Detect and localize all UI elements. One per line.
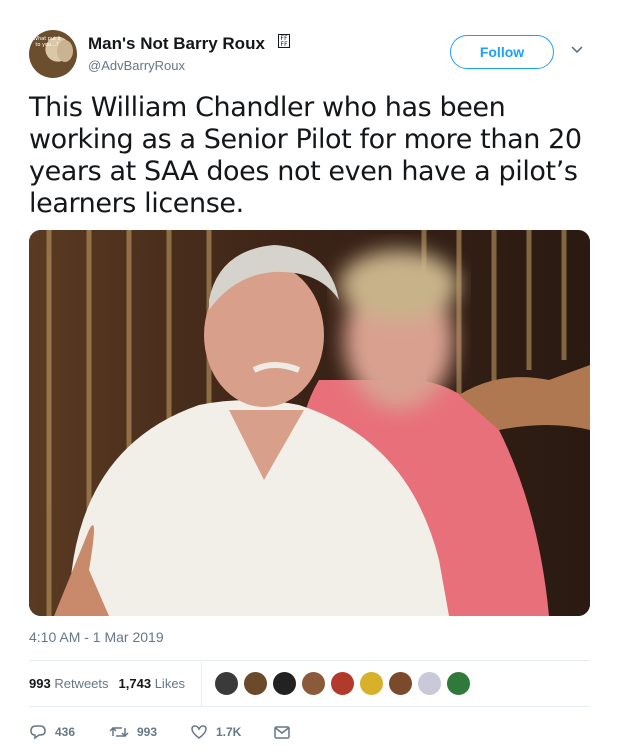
liker-avatar[interactable] <box>330 671 355 696</box>
reply-icon <box>30 725 46 740</box>
engagement-stats: 993 Retweets 1,743 Likes <box>29 676 185 691</box>
liker-avatar[interactable] <box>388 671 413 696</box>
tweet-actions: 436 993 1.7K <box>29 722 329 742</box>
reply-button[interactable]: 436 <box>29 722 75 742</box>
direct-message-button[interactable] <box>273 722 299 742</box>
liker-avatar[interactable] <box>446 671 471 696</box>
heart-icon <box>191 725 207 739</box>
likes-label: Likes <box>154 676 186 691</box>
liker-avatar[interactable] <box>214 671 239 696</box>
liker-avatar[interactable] <box>301 671 326 696</box>
retweet-count: 993 <box>137 725 158 739</box>
like-button[interactable]: 1.7K <box>190 722 241 742</box>
reply-count: 436 <box>55 725 76 739</box>
photo-image <box>29 230 590 616</box>
envelope-icon <box>274 726 290 739</box>
emoji-badge-icon: FF FF <box>278 34 290 48</box>
stats-separator <box>201 662 202 706</box>
retweet-stat[interactable]: 993 Retweets <box>29 676 109 691</box>
display-name[interactable]: Man's Not Barry Roux <box>88 34 265 54</box>
retweet-icon <box>109 726 129 738</box>
tweet-text: This William Chandler who has been worki… <box>29 92 582 219</box>
chevron-down-icon[interactable] <box>570 44 584 56</box>
liker-avatar[interactable] <box>359 671 384 696</box>
tweet-timestamp[interactable]: 4:10 AM - 1 Mar 2019 <box>29 629 164 645</box>
avatar-face <box>57 40 73 62</box>
liker-avatar[interactable] <box>272 671 297 696</box>
retweets-label: Retweets <box>54 676 109 691</box>
tweet-photo[interactable] <box>29 230 590 616</box>
retweet-button[interactable]: 993 <box>109 722 157 742</box>
liker-avatar[interactable] <box>417 671 442 696</box>
divider <box>29 706 590 707</box>
like-stat[interactable]: 1,743 Likes <box>119 676 186 691</box>
divider <box>29 660 590 661</box>
user-handle[interactable]: @AdvBarryRoux <box>88 58 185 73</box>
retweets-count: 993 <box>29 676 51 691</box>
avatar[interactable]: What put it to you...? <box>29 30 77 78</box>
follow-button[interactable]: Follow <box>450 35 554 69</box>
liker-avatar[interactable] <box>243 671 268 696</box>
likes-count: 1,743 <box>118 676 152 691</box>
like-count: 1.7K <box>216 725 242 739</box>
